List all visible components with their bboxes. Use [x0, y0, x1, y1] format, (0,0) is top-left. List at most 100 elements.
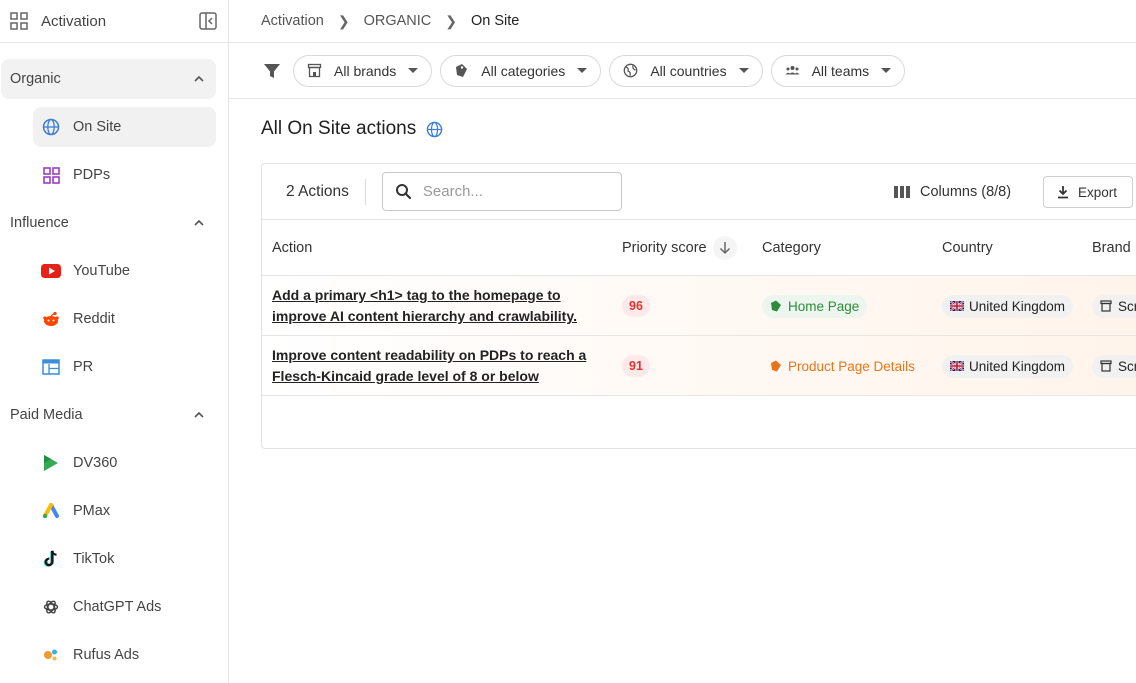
- search-input[interactable]: [422, 183, 603, 200]
- column-header-priority[interactable]: Priority score: [622, 220, 737, 276]
- rufus-icon: [41, 645, 61, 665]
- people-icon: [785, 66, 800, 75]
- dv360-icon: [41, 453, 61, 473]
- export-button[interactable]: Export: [1043, 176, 1133, 208]
- categories-filter[interactable]: All categories: [440, 54, 602, 87]
- sidebar-header: Activation: [0, 0, 228, 43]
- priority-score-badge: 96: [622, 295, 650, 317]
- tag-icon: [771, 300, 781, 312]
- sidebar-item-label: TikTok: [73, 551, 115, 567]
- columns-button[interactable]: Columns (8/8): [894, 164, 1011, 220]
- filter-bar: All brands All categories All countries …: [229, 43, 1136, 99]
- country-chip: United Kingdom: [942, 354, 1074, 378]
- page-title-text: All On Site actions: [261, 118, 417, 139]
- apps-grid-icon[interactable]: [10, 12, 28, 30]
- category-chip: Product Page Details: [762, 355, 923, 378]
- actions-count: 2 Actions: [262, 178, 366, 205]
- sidebar-item-label: Reddit: [73, 311, 115, 327]
- chevron-up-icon: [194, 411, 204, 418]
- sidebar-item-label: PR: [73, 359, 94, 375]
- columns-button-label: Columns (8/8): [920, 184, 1012, 200]
- globe-icon: [41, 117, 61, 137]
- sidebar-item-pdps[interactable]: PDPs: [33, 155, 216, 195]
- google-ads-icon: [41, 501, 61, 521]
- sidebar-item-label: Rufus Ads: [73, 647, 140, 663]
- store-icon: [307, 63, 322, 78]
- openai-icon: [41, 597, 61, 617]
- chevron-right-icon: ❯: [445, 12, 458, 29]
- search-box[interactable]: [381, 172, 622, 211]
- category-chip: Home Page: [762, 294, 868, 318]
- youtube-icon: [41, 261, 61, 281]
- column-header-country[interactable]: Country: [942, 220, 993, 276]
- sidebar-item-on-site[interactable]: On Site: [33, 107, 216, 147]
- tiktok-icon: [41, 549, 61, 569]
- collapse-sidebar-icon[interactable]: [198, 11, 218, 31]
- uk-flag-icon: [950, 301, 964, 311]
- sidebar-item-dv360[interactable]: DV360: [33, 443, 216, 483]
- column-header-label: Brand: [1092, 240, 1131, 256]
- category-label: Home Page: [788, 298, 860, 314]
- countries-filter[interactable]: All countries: [609, 54, 763, 87]
- brand-chip: Scr: [1092, 354, 1136, 378]
- column-header-label: Priority score: [622, 240, 707, 256]
- sidebar-item-label: DV360: [73, 455, 118, 471]
- column-header-action[interactable]: Action: [272, 220, 312, 276]
- table-row[interactable]: Improve content readability on PDPs to r…: [262, 336, 1136, 396]
- section-label: Organic: [10, 71, 61, 87]
- grid-icon: [41, 165, 61, 185]
- caret-down-icon: [881, 68, 892, 73]
- globe-icon: [623, 63, 638, 78]
- categories-filter-label: All categories: [481, 62, 566, 79]
- brands-filter[interactable]: All brands: [293, 54, 433, 87]
- section-influence[interactable]: Influence: [1, 203, 216, 243]
- column-header-label: Category: [762, 240, 821, 256]
- sidebar-item-pr[interactable]: PR: [33, 347, 216, 387]
- tag-icon: [456, 64, 468, 77]
- table-header: Action Priority score Category Country B…: [262, 220, 1136, 276]
- sidebar-item-label: YouTube: [73, 263, 130, 279]
- store-icon: [1100, 360, 1112, 372]
- country-chip: United Kingdom: [942, 294, 1074, 318]
- priority-score-badge: 91: [622, 355, 650, 377]
- sidebar-item-chatgpt-ads[interactable]: ChatGPT Ads: [33, 587, 216, 627]
- sidebar-item-tiktok[interactable]: TikTok: [33, 539, 216, 579]
- chevron-up-icon: [194, 219, 204, 226]
- caret-down-icon: [738, 68, 749, 73]
- action-link[interactable]: Improve content readability on PDPs to r…: [272, 345, 602, 387]
- sidebar-item-youtube[interactable]: YouTube: [33, 251, 216, 291]
- newspaper-icon: [41, 357, 61, 377]
- countries-filter-label: All countries: [650, 62, 727, 79]
- column-header-category[interactable]: Category: [762, 220, 821, 276]
- action-link[interactable]: Add a primary <h1> tag to the homepage t…: [272, 285, 602, 327]
- uk-flag-icon: [950, 361, 964, 371]
- section-label: Paid Media: [10, 407, 83, 423]
- sidebar-item-label: ChatGPT Ads: [73, 599, 162, 615]
- globe-icon: [426, 121, 443, 137]
- brands-filter-label: All brands: [334, 62, 397, 79]
- column-header-brand[interactable]: Brand: [1092, 220, 1131, 276]
- sidebar-item-pmax[interactable]: PMax: [33, 491, 216, 531]
- brand-chip: Scr: [1092, 294, 1136, 318]
- section-organic[interactable]: Organic: [1, 59, 216, 99]
- sidebar-item-reddit[interactable]: Reddit: [33, 299, 216, 339]
- sidebar-item-rufus-ads[interactable]: Rufus Ads: [33, 635, 216, 675]
- sidebar: Activation Organic On Site PDPs Influenc…: [0, 0, 229, 683]
- export-button-label: Export: [1078, 184, 1118, 200]
- sidebar-item-label: PDPs: [73, 167, 111, 183]
- page-title: All On Site actions: [261, 118, 443, 140]
- actions-table-card: 2 Actions Columns (8/8) Export Action Pr…: [261, 163, 1136, 449]
- caret-down-icon: [408, 68, 419, 73]
- teams-filter[interactable]: All teams: [770, 54, 906, 87]
- filter-icon[interactable]: [263, 62, 281, 80]
- sidebar-item-label: On Site: [73, 119, 122, 135]
- sort-descending-icon[interactable]: [712, 236, 737, 260]
- country-label: United Kingdom: [969, 298, 1066, 314]
- breadcrumb-current: On Site: [471, 13, 520, 29]
- section-paid-media[interactable]: Paid Media: [1, 395, 216, 435]
- table-row[interactable]: Add a primary <h1> tag to the homepage t…: [262, 276, 1136, 336]
- breadcrumb-organic[interactable]: ORGANIC: [364, 13, 432, 29]
- breadcrumb-activation[interactable]: Activation: [261, 13, 324, 29]
- category-label: Product Page Details: [788, 358, 915, 374]
- tag-icon: [771, 360, 781, 372]
